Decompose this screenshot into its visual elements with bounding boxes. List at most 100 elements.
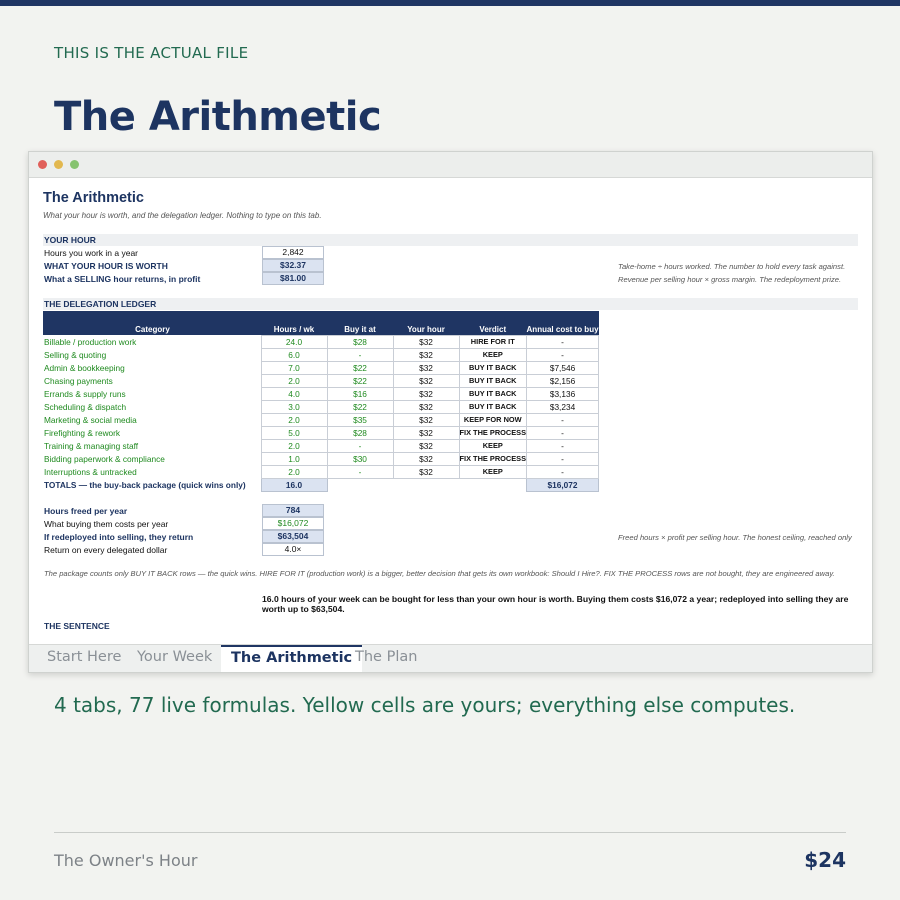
ledger-hours-cell[interactable]: 1.0 xyxy=(260,451,328,466)
ledger-your-hour-cell[interactable]: $32 xyxy=(392,360,460,375)
ledger-your-hour-cell[interactable]: $32 xyxy=(392,412,460,427)
ledger-category-cell[interactable]: Marketing & social media xyxy=(43,413,261,426)
col-header-hours[interactable]: Hours / wk xyxy=(261,311,327,335)
spreadsheet-window: The Arithmetic What your hour is worth, … xyxy=(28,151,873,673)
ledger-buy-at-cell[interactable]: - xyxy=(326,438,394,453)
ledger-hours-cell[interactable]: 6.0 xyxy=(260,347,328,362)
ledger-buy-at-cell[interactable]: $28 xyxy=(326,425,394,440)
delegation-ledger-table: Category Hours / wk Buy it at Your hour … xyxy=(43,311,600,492)
ledger-verdict-cell[interactable]: BUY IT BACK xyxy=(458,360,528,375)
col-header-buy-at[interactable]: Buy it at xyxy=(327,311,393,335)
ledger-your-hour-cell[interactable]: $32 xyxy=(392,438,460,453)
ledger-your-hour-cell[interactable]: $32 xyxy=(392,373,460,388)
ledger-category-cell[interactable]: Admin & bookkeeping xyxy=(43,361,261,374)
ledger-annual-cost-cell[interactable]: - xyxy=(526,425,600,440)
ledger-category-cell[interactable]: Scheduling & dispatch xyxy=(43,400,261,413)
ledger-verdict-cell[interactable]: BUY IT BACK xyxy=(458,399,528,414)
ledger-category-cell[interactable]: Chasing payments xyxy=(43,374,261,387)
close-window-dot[interactable] xyxy=(38,160,47,169)
ledger-hours-cell[interactable]: 2.0 xyxy=(260,412,328,427)
ledger-annual-cost-cell[interactable]: - xyxy=(526,464,600,479)
ledger-hours-cell[interactable]: 7.0 xyxy=(260,360,328,375)
hours-per-year-cell[interactable]: 2,842 xyxy=(262,246,324,259)
ledger-category-cell[interactable]: Selling & quoting xyxy=(43,348,261,361)
ledger-buy-at-cell[interactable]: $30 xyxy=(326,451,394,466)
ledger-verdict-cell[interactable]: FIX THE PROCESS xyxy=(458,425,528,440)
tab-the-plan[interactable]: The Plan xyxy=(355,649,417,665)
selling-hour-label: What a SELLING hour returns, in profit xyxy=(44,274,201,284)
ledger-verdict-cell[interactable]: BUY IT BACK xyxy=(458,373,528,388)
ledger-buy-at-cell[interactable]: $16 xyxy=(326,386,394,401)
ledger-annual-cost-cell[interactable]: - xyxy=(526,347,600,362)
col-header-annual-cost[interactable]: Annual cost to buy xyxy=(526,311,599,335)
ledger-hours-cell[interactable]: 2.0 xyxy=(260,438,328,453)
col-header-verdict[interactable]: Verdict xyxy=(459,311,527,335)
minimize-window-dot[interactable] xyxy=(54,160,63,169)
ledger-verdict-cell[interactable]: HIRE FOR IT xyxy=(458,334,528,349)
ledger-buy-at-cell[interactable]: $22 xyxy=(326,399,394,414)
totals-hours-cell[interactable]: 16.0 xyxy=(260,477,328,492)
redeployed-return-note: Freed hours × profit per selling hour. T… xyxy=(618,533,852,542)
ledger-verdict-cell[interactable]: FIX THE PROCESS xyxy=(458,451,528,466)
ledger-verdict-cell[interactable]: KEEP xyxy=(458,347,528,362)
ledger-annual-cost-cell[interactable]: - xyxy=(526,334,600,349)
tab-your-week[interactable]: Your Week xyxy=(137,649,212,665)
table-row: Billable / production work 24.0 $28 $32 HIRE… xyxy=(43,334,600,349)
ledger-buy-at-cell[interactable]: - xyxy=(326,464,394,479)
totals-label[interactable]: TOTALS — the buy-back package (quick win… xyxy=(43,478,261,491)
ledger-annual-cost-cell[interactable]: $3,234 xyxy=(526,399,600,414)
ledger-verdict-cell[interactable]: KEEP FOR NOW xyxy=(458,412,528,427)
ledger-your-hour-cell[interactable]: $32 xyxy=(392,399,460,414)
col-header-category[interactable]: Category xyxy=(43,311,261,335)
selling-hour-cell[interactable]: $81.00 xyxy=(262,272,324,285)
ledger-buy-at-cell[interactable]: $28 xyxy=(326,334,394,349)
ledger-hours-cell[interactable]: 2.0 xyxy=(260,464,328,479)
ledger-annual-cost-cell[interactable]: $7,546 xyxy=(526,360,600,375)
ledger-annual-cost-cell[interactable]: $3,136 xyxy=(526,386,600,401)
table-row: Scheduling & dispatch 3.0 $22 $32 BUY IT BAC… xyxy=(43,399,600,414)
hour-worth-cell[interactable]: $32.37 xyxy=(262,259,324,272)
maximize-window-dot[interactable] xyxy=(70,160,79,169)
ledger-buy-at-cell[interactable]: $22 xyxy=(326,360,394,375)
redeployed-return-cell[interactable]: $63,504 xyxy=(262,530,324,543)
hours-freed-cell[interactable]: 784 xyxy=(262,504,324,517)
ledger-buy-at-cell[interactable]: $35 xyxy=(326,412,394,427)
ledger-hours-cell[interactable]: 5.0 xyxy=(260,425,328,440)
ledger-your-hour-cell[interactable]: $32 xyxy=(392,464,460,479)
ledger-verdict-cell[interactable]: BUY IT BACK xyxy=(458,386,528,401)
buying-cost-label: What buying them costs per year xyxy=(44,519,169,529)
ledger-annual-cost-cell[interactable]: - xyxy=(526,451,600,466)
ledger-category-cell[interactable]: Interruptions & untracked xyxy=(43,465,261,478)
ledger-hours-cell[interactable]: 4.0 xyxy=(260,386,328,401)
ledger-category-cell[interactable]: Bidding paperwork & compliance xyxy=(43,452,261,465)
col-header-your-hour[interactable]: Your hour xyxy=(393,311,459,335)
ledger-verdict-cell[interactable]: KEEP xyxy=(458,464,528,479)
ledger-your-hour-cell[interactable]: $32 xyxy=(392,334,460,349)
ledger-category-cell[interactable]: Firefighting & rework xyxy=(43,426,261,439)
sheet-tab-bar: Start Here Your Week The Arithmetic The … xyxy=(29,644,872,672)
summary-sentence: 16.0 hours of your week can be bought fo… xyxy=(262,594,849,614)
ledger-hours-cell[interactable]: 3.0 xyxy=(260,399,328,414)
totals-annual-cell[interactable]: $16,072 xyxy=(526,477,600,492)
ledger-buy-at-cell[interactable]: - xyxy=(326,347,394,362)
ledger-category-cell[interactable]: Billable / production work xyxy=(43,335,261,348)
ledger-category-cell[interactable]: Errands & supply runs xyxy=(43,387,261,400)
tab-start-here[interactable]: Start Here xyxy=(47,649,121,665)
package-footnote: The package counts only BUY IT BACK rows… xyxy=(44,569,835,578)
ledger-buy-at-cell[interactable]: $22 xyxy=(326,373,394,388)
delegated-return-cell[interactable]: 4.0× xyxy=(262,543,324,556)
ledger-your-hour-cell[interactable]: $32 xyxy=(392,347,460,362)
ledger-hours-cell[interactable]: 2.0 xyxy=(260,373,328,388)
section-your-hour: YOUR HOUR xyxy=(43,234,858,246)
ledger-annual-cost-cell[interactable]: - xyxy=(526,412,600,427)
ledger-your-hour-cell[interactable]: $32 xyxy=(392,425,460,440)
ledger-verdict-cell[interactable]: KEEP xyxy=(458,438,528,453)
ledger-category-cell[interactable]: Training & managing staff xyxy=(43,439,261,452)
ledger-your-hour-cell[interactable]: $32 xyxy=(392,451,460,466)
ledger-annual-cost-cell[interactable]: $2,156 xyxy=(526,373,600,388)
tab-the-arithmetic[interactable]: The Arithmetic xyxy=(221,645,363,672)
ledger-annual-cost-cell[interactable]: - xyxy=(526,438,600,453)
ledger-hours-cell[interactable]: 24.0 xyxy=(260,334,328,349)
buying-cost-cell[interactable]: $16,072 xyxy=(262,517,324,530)
ledger-your-hour-cell[interactable]: $32 xyxy=(392,386,460,401)
